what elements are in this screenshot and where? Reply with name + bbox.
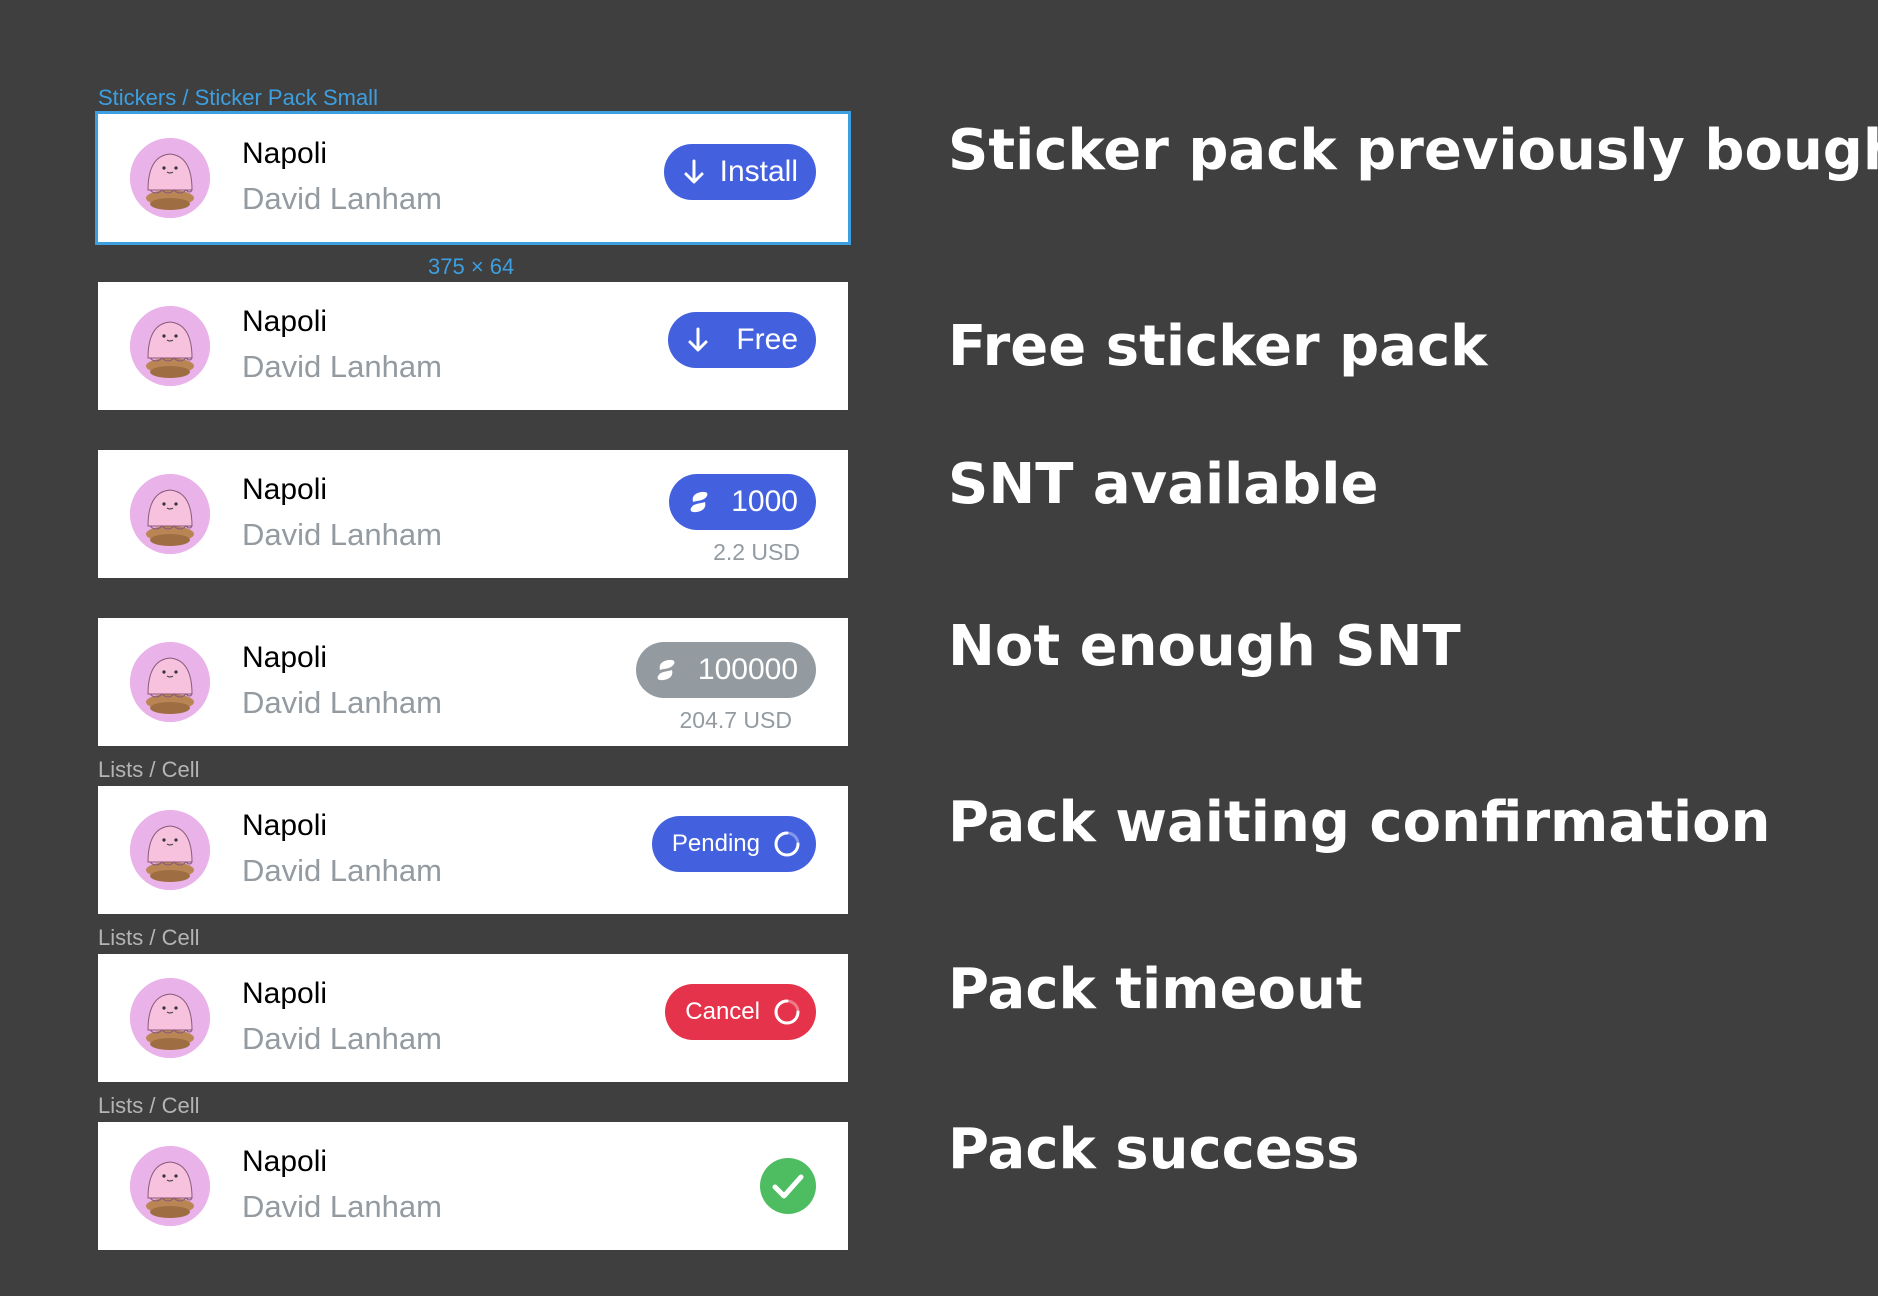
- free-button[interactable]: Free: [668, 312, 816, 368]
- spinner-icon: [772, 829, 802, 859]
- sticker-pack-cell[interactable]: Napoli David Lanham Pending: [98, 786, 848, 914]
- jellyfish-icon: [130, 810, 210, 890]
- dimensions-label: 375 × 64: [428, 254, 515, 279]
- sticker-pack-title: Napoli: [242, 641, 328, 674]
- sticker-pack-avatar: [130, 1146, 210, 1226]
- sticker-pack-cell[interactable]: Napoli David Lanham 100000 204.7 USD: [98, 618, 848, 746]
- sticker-pack-avatar: [130, 474, 210, 554]
- sticker-pack-author: David Lanham: [242, 517, 442, 552]
- buy-button[interactable]: 1000: [669, 474, 816, 530]
- sticker-pack-avatar: [130, 642, 210, 722]
- state-description: Free sticker pack: [948, 314, 1488, 379]
- sticker-pack-cell[interactable]: Napoli David Lanham: [98, 1122, 848, 1250]
- free-label: Free: [736, 323, 798, 356]
- state-description: SNT available: [948, 452, 1379, 517]
- snt-token-icon: [685, 488, 713, 516]
- sticker-pack-title: Napoli: [242, 305, 328, 338]
- checkmark-icon: [760, 1158, 816, 1214]
- state-description: Pack waiting confirmation: [948, 790, 1771, 855]
- sticker-pack-avatar: [130, 306, 210, 386]
- jellyfish-icon: [130, 642, 210, 722]
- frame-label-lists-cell: Lists / Cell: [98, 757, 200, 782]
- jellyfish-icon: [130, 1146, 210, 1226]
- fiat-price: 2.2 USD: [713, 539, 800, 565]
- jellyfish-icon: [130, 306, 210, 386]
- sticker-pack-title: Napoli: [242, 1145, 328, 1178]
- snt-token-icon: [652, 656, 680, 684]
- arrow-down-icon: [686, 326, 710, 354]
- spinner-icon: [772, 997, 802, 1027]
- sticker-pack-author: David Lanham: [242, 181, 442, 216]
- state-description: Not enough SNT: [948, 614, 1461, 679]
- state-description: Pack success: [948, 1117, 1360, 1182]
- sticker-pack-cell[interactable]: Napoli David Lanham Free: [98, 282, 848, 410]
- frame-label-sticker-pack-small: Stickers / Sticker Pack Small: [98, 85, 378, 110]
- frame-label-lists-cell: Lists / Cell: [98, 1093, 200, 1118]
- price-label: 1000: [731, 485, 798, 518]
- arrow-down-icon: [682, 158, 706, 186]
- jellyfish-icon: [130, 978, 210, 1058]
- sticker-pack-avatar: [130, 810, 210, 890]
- sticker-pack-cell[interactable]: Napoli David Lanham Cancel: [98, 954, 848, 1082]
- sticker-pack-author: David Lanham: [242, 853, 442, 888]
- frame-label-lists-cell: Lists / Cell: [98, 925, 200, 950]
- install-label: Install: [719, 155, 798, 188]
- buy-button-disabled[interactable]: 100000: [635, 642, 816, 698]
- sticker-pack-cell[interactable]: Napoli David Lanham Install: [95, 111, 851, 245]
- jellyfish-icon: [130, 474, 210, 554]
- sticker-pack-cell[interactable]: Napoli David Lanham 1000 2.2 USD: [98, 450, 848, 578]
- sticker-pack-title: Napoli: [242, 137, 328, 170]
- sticker-pack-title: Napoli: [242, 473, 328, 506]
- sticker-pack-title: Napoli: [242, 809, 328, 842]
- state-description: Sticker pack previously bought: [948, 118, 1878, 183]
- sticker-pack-author: David Lanham: [242, 1189, 442, 1224]
- sticker-pack-title: Napoli: [242, 977, 328, 1010]
- sticker-pack-author: David Lanham: [242, 1021, 442, 1056]
- sticker-pack-avatar: [130, 978, 210, 1058]
- pending-label: Pending: [671, 830, 760, 857]
- pending-button[interactable]: Pending: [651, 816, 816, 872]
- sticker-pack-author: David Lanham: [242, 349, 442, 384]
- install-button[interactable]: Install: [663, 144, 816, 200]
- sticker-pack-author: David Lanham: [242, 685, 442, 720]
- state-description: Pack timeout: [948, 957, 1363, 1022]
- sticker-pack-avatar: [130, 138, 210, 218]
- cancel-label: Cancel: [685, 998, 760, 1025]
- fiat-price: 204.7 USD: [679, 707, 792, 733]
- jellyfish-icon: [130, 138, 210, 218]
- price-label: 100000: [697, 653, 798, 686]
- cancel-button[interactable]: Cancel: [665, 984, 816, 1040]
